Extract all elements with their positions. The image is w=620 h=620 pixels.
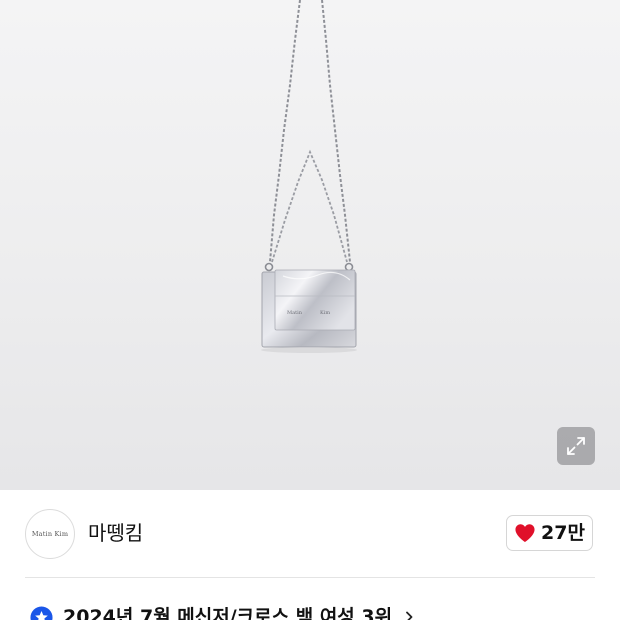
- divider: [25, 577, 595, 578]
- ranking-text: 2024년 7월 메신저/크로스 백 여성 3위: [63, 606, 393, 620]
- bag-emboss-right: Kim: [320, 310, 330, 316]
- like-button[interactable]: 27만: [506, 515, 593, 551]
- expand-arrows-icon: [567, 437, 585, 455]
- like-count: 27만: [541, 522, 585, 544]
- star-badge-icon: [30, 605, 53, 620]
- product-page: Matin Kim Matin Kim 마뗑킴 27만 2024년 7월 메신저…: [0, 0, 620, 620]
- brand-name[interactable]: 마뗑킴: [88, 520, 143, 546]
- brand-logo[interactable]: Matin Kim: [25, 509, 75, 559]
- brand-row: Matin Kim 마뗑킴 27만: [0, 490, 620, 580]
- chevron-right-icon: [406, 611, 413, 620]
- expand-image-button[interactable]: [557, 427, 595, 465]
- ranking-link[interactable]: 2024년 7월 메신저/크로스 백 여성 3위: [30, 604, 416, 620]
- bag-illustration: Matin Kim: [261, 0, 357, 353]
- product-image[interactable]: Matin Kim: [0, 0, 620, 490]
- brand-logo-text: Matin Kim: [31, 530, 69, 538]
- bag-emboss-left: Matin: [287, 310, 303, 316]
- heart-icon: [515, 524, 535, 543]
